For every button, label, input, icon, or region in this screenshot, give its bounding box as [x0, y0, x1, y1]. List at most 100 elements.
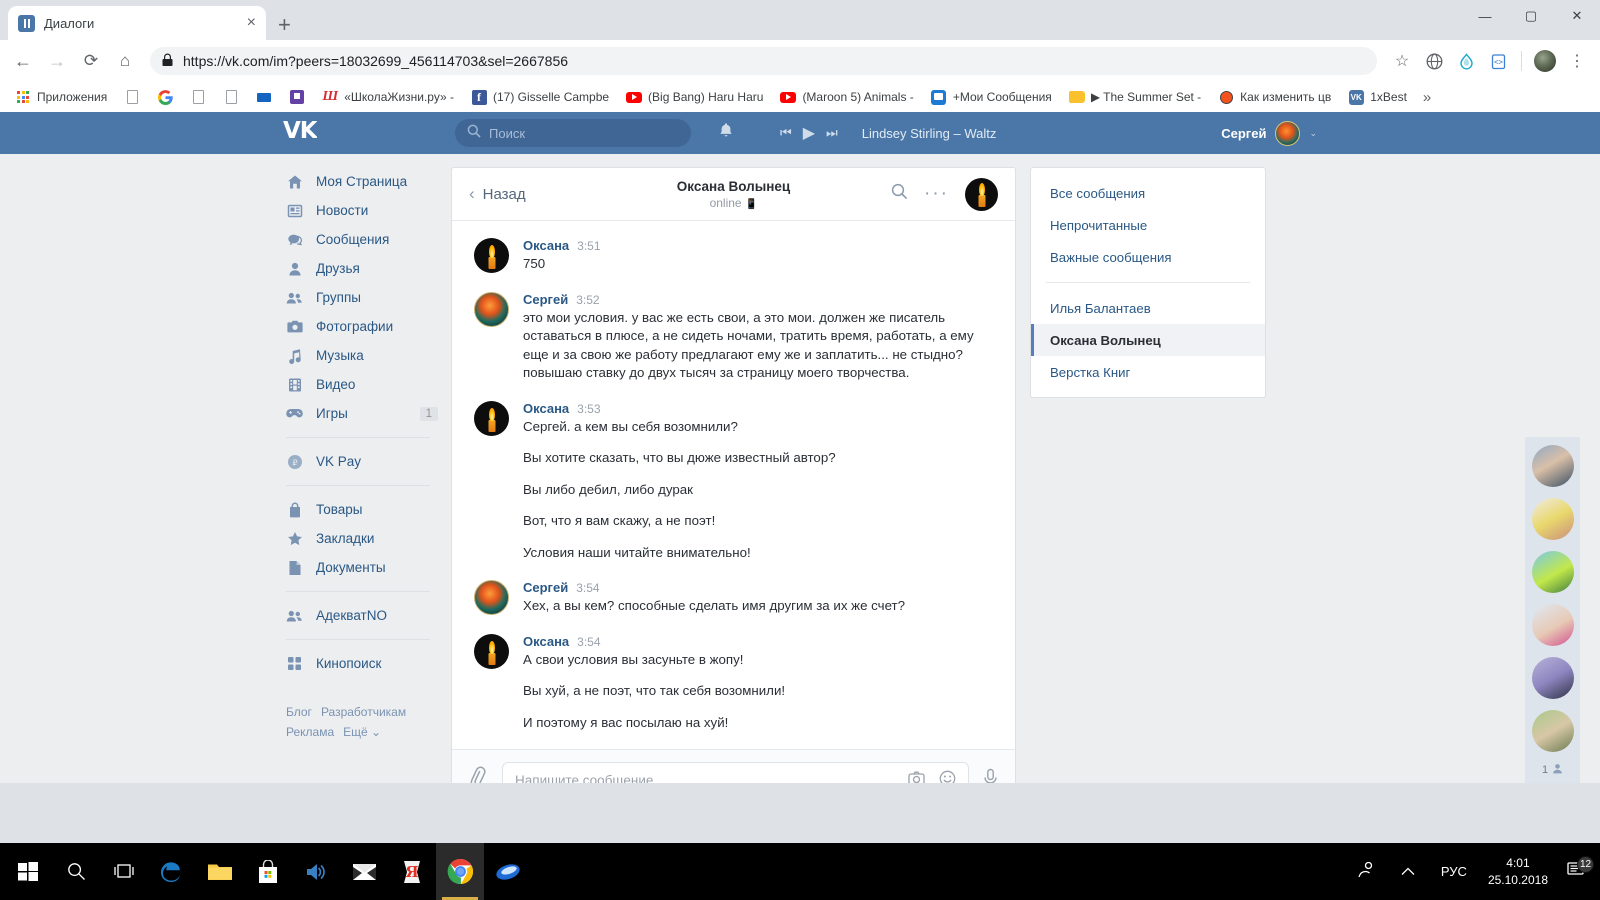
- conversation-item-oksana[interactable]: Оксана Волынец: [1031, 324, 1265, 356]
- search-icon[interactable]: [52, 843, 100, 900]
- sidebar-item-video[interactable]: Видео: [273, 370, 443, 399]
- bookmark-bars[interactable]: [249, 86, 279, 108]
- bookmark-1xbest[interactable]: VK 1xBest: [1341, 86, 1414, 108]
- message-author[interactable]: Оксана: [523, 401, 569, 416]
- vk-logo-icon[interactable]: VK: [283, 118, 320, 147]
- friend-avatar[interactable]: [1531, 604, 1574, 646]
- chrome-icon[interactable]: [436, 843, 484, 900]
- player-prev-icon[interactable]: ⏮: [780, 125, 792, 141]
- bookmark-star-icon[interactable]: ☆: [1387, 46, 1417, 76]
- forward-icon[interactable]: →: [42, 46, 72, 76]
- home-icon[interactable]: ⌂: [110, 46, 140, 76]
- microsoft-store-icon[interactable]: [244, 843, 292, 900]
- bookmark-google[interactable]: [150, 86, 180, 108]
- sidebar-item-my-page[interactable]: Моя Страница: [273, 167, 443, 196]
- chevron-up-icon[interactable]: [1388, 863, 1428, 880]
- bookmarks-overflow-button[interactable]: »: [1423, 89, 1431, 106]
- friend-avatar[interactable]: [1531, 445, 1574, 487]
- clock[interactable]: 4:01 25.10.2018: [1480, 855, 1556, 889]
- message-input[interactable]: Напишите сообщение...: [502, 761, 969, 783]
- sidebar-item-kinopoisk[interactable]: Кинопоиск: [273, 649, 443, 678]
- language-indicator[interactable]: РУС: [1428, 864, 1480, 879]
- footer-link-blog[interactable]: Блог: [286, 705, 312, 719]
- friend-avatar[interactable]: [1531, 498, 1574, 540]
- action-center-icon[interactable]: 12: [1556, 856, 1600, 883]
- maximize-button[interactable]: ▢: [1508, 0, 1554, 32]
- message-list[interactable]: Оксана 3:51 750 Сергей 3:52 это мои усло…: [452, 221, 1015, 749]
- sidebar-item-bookmarks[interactable]: Закладки: [273, 524, 443, 553]
- opera-icon[interactable]: [484, 843, 532, 900]
- camera-icon[interactable]: [908, 771, 925, 783]
- message-author[interactable]: Оксана: [523, 634, 569, 649]
- file-explorer-icon[interactable]: [196, 843, 244, 900]
- message-author[interactable]: Оксана: [523, 238, 569, 253]
- sidebar-item-games[interactable]: Игры 1: [273, 399, 443, 428]
- sidebar-item-goods[interactable]: Товары: [273, 495, 443, 524]
- sidebar-item-music[interactable]: Музыка: [273, 341, 443, 370]
- bookmark-shkolazhizni[interactable]: Ш «ШколаЖизни.ру» -: [315, 86, 461, 108]
- vk-user-menu[interactable]: Сергей ⌄: [1221, 120, 1317, 146]
- people-icon[interactable]: [1344, 861, 1388, 883]
- filter-important[interactable]: Важные сообщения: [1031, 241, 1265, 273]
- avatar[interactable]: [474, 238, 509, 273]
- globe-extension-icon[interactable]: [1419, 46, 1449, 76]
- droplet-extension-icon[interactable]: [1451, 46, 1481, 76]
- speaker-app-icon[interactable]: [292, 843, 340, 900]
- player-play-icon[interactable]: ▶: [803, 123, 815, 143]
- edge-icon[interactable]: [148, 843, 196, 900]
- filter-unread[interactable]: Непрочитанные: [1031, 209, 1265, 241]
- friend-avatar[interactable]: [1531, 710, 1574, 752]
- sidebar-item-news[interactable]: Новости: [273, 196, 443, 225]
- close-window-button[interactable]: ✕: [1554, 0, 1600, 32]
- sidebar-item-friends[interactable]: Друзья: [273, 254, 443, 283]
- code-script-extension-icon[interactable]: <>: [1483, 46, 1513, 76]
- bookmark-my-messages[interactable]: +Мои Сообщения: [924, 86, 1059, 108]
- minimize-button[interactable]: —: [1462, 0, 1508, 32]
- browser-tab[interactable]: Диалоги ×: [8, 6, 266, 40]
- search-icon[interactable]: [891, 183, 908, 205]
- bookmark-doc-3[interactable]: [216, 86, 246, 108]
- windows-start-icon[interactable]: [4, 843, 52, 900]
- paperclip-icon[interactable]: [464, 764, 493, 783]
- task-view-icon[interactable]: [100, 843, 148, 900]
- browser-profile-avatar[interactable]: [1530, 46, 1560, 76]
- message-author[interactable]: Сергей: [523, 292, 568, 307]
- back-button[interactable]: ‹ Назад: [469, 184, 526, 204]
- bookmark-bigbang[interactable]: (Big Bang) Haru Haru: [619, 86, 770, 108]
- footer-link-developers[interactable]: Разработчикам: [321, 705, 406, 719]
- player-next-icon[interactable]: ⏭: [826, 125, 838, 141]
- sidebar-item-adekvatno[interactable]: АдекватNO: [273, 601, 443, 630]
- yandex-icon[interactable]: Я: [388, 843, 436, 900]
- bookmark-doc-2[interactable]: [183, 86, 213, 108]
- footer-link-more[interactable]: Ещё ⌄: [343, 725, 381, 739]
- player-track-title[interactable]: Lindsey Stirling – Waltz: [862, 126, 997, 141]
- bookmark-facebook[interactable]: f (17) Gisselle Campbe: [464, 86, 616, 108]
- sidebar-item-groups[interactable]: Группы: [273, 283, 443, 312]
- ellipsis-icon[interactable]: ···: [924, 184, 949, 203]
- new-tab-button[interactable]: +: [278, 14, 291, 36]
- sidebar-item-messages[interactable]: Сообщения: [273, 225, 443, 254]
- sidebar-item-vk-pay[interactable]: ₽ VK Pay: [273, 447, 443, 476]
- bookmark-twitch[interactable]: [282, 86, 312, 108]
- bookmark-how-to-change[interactable]: Как изменить цв: [1211, 86, 1338, 108]
- conversation-item-ilya[interactable]: Илья Балантаев: [1031, 292, 1265, 324]
- mail-icon[interactable]: [340, 843, 388, 900]
- filter-all-messages[interactable]: Все сообщения: [1031, 177, 1265, 209]
- friend-avatar[interactable]: [1531, 551, 1574, 593]
- chat-peer-avatar[interactable]: [965, 177, 998, 211]
- message-author[interactable]: Сергей: [523, 580, 568, 595]
- smiley-icon[interactable]: [939, 770, 956, 783]
- bell-icon[interactable]: [718, 122, 734, 144]
- bookmark-summer-set[interactable]: ▶ The Summer Set -: [1062, 86, 1208, 108]
- sidebar-item-photos[interactable]: Фотографии: [273, 312, 443, 341]
- avatar[interactable]: [474, 580, 509, 615]
- avatar[interactable]: [474, 291, 509, 327]
- bookmark-apps[interactable]: Приложения: [8, 86, 114, 108]
- conversation-item-verstka[interactable]: Верстка Книг: [1031, 356, 1265, 388]
- avatar[interactable]: [474, 400, 509, 436]
- reload-icon[interactable]: ⟳: [76, 46, 106, 76]
- avatar[interactable]: [474, 633, 509, 669]
- microphone-icon[interactable]: [982, 768, 999, 783]
- tab-close-icon[interactable]: ×: [247, 15, 256, 31]
- sidebar-item-documents[interactable]: Документы: [273, 553, 443, 582]
